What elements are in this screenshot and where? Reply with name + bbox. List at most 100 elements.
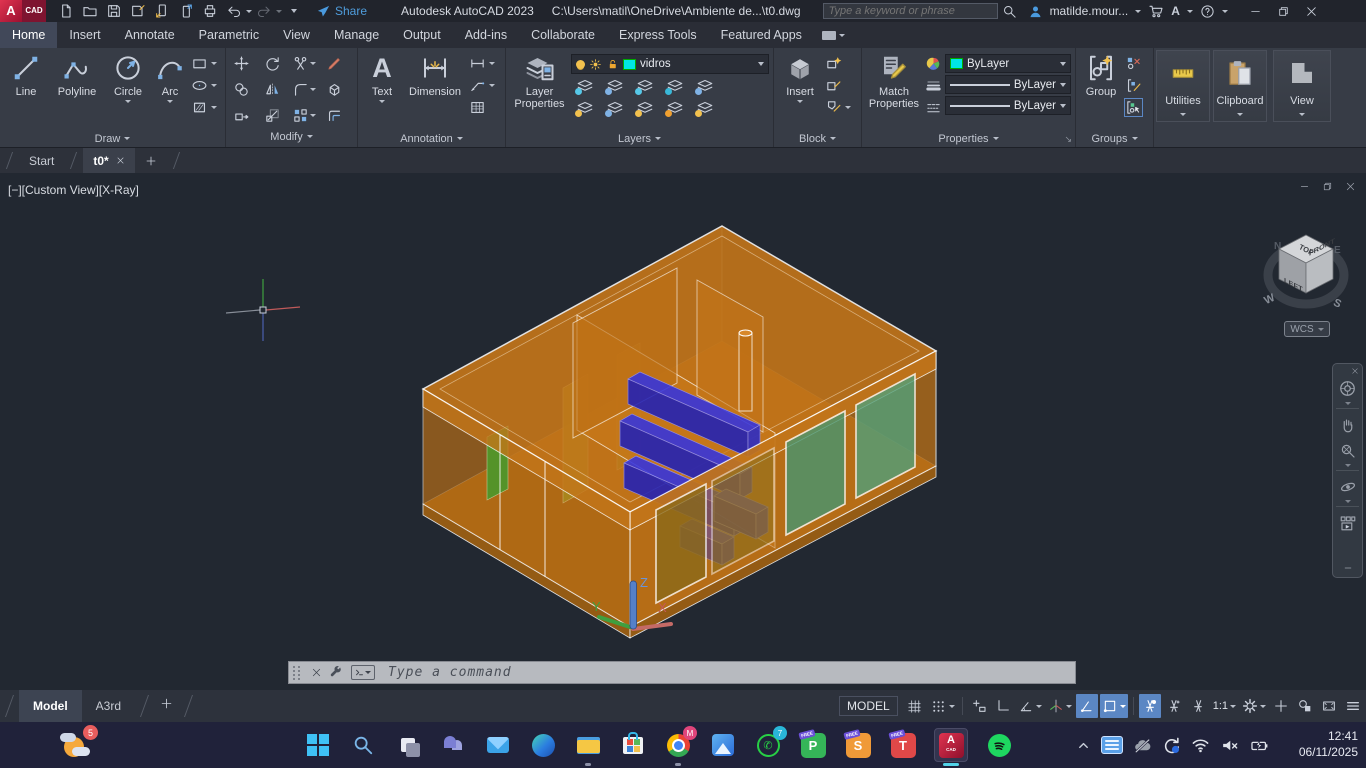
- create-block-icon[interactable]: [824, 54, 843, 73]
- photos-icon[interactable]: [709, 731, 737, 759]
- array-icon[interactable]: [292, 107, 316, 124]
- snap-mode-icon[interactable]: [928, 694, 957, 718]
- taskbar-clock[interactable]: 12:41 06/11/2025: [1299, 728, 1358, 760]
- autocad-taskbar-icon[interactable]: ACAD: [934, 728, 968, 762]
- polar-tracking-icon[interactable]: [1016, 694, 1044, 718]
- help-menu-caret[interactable]: [1222, 10, 1228, 13]
- ribbon-display-toggle[interactable]: [822, 22, 845, 48]
- view-panel-button[interactable]: View: [1273, 50, 1331, 122]
- autodesk-menu-caret[interactable]: [1187, 10, 1193, 13]
- layer-dropdown[interactable]: vidros: [571, 54, 769, 74]
- help-icon[interactable]: [1200, 4, 1215, 19]
- tab-output[interactable]: Output: [391, 22, 453, 48]
- layer-unisolate-icon[interactable]: [605, 98, 627, 118]
- mail-icon[interactable]: [484, 731, 512, 759]
- object-snap-tracking-icon[interactable]: [1076, 694, 1098, 718]
- mirror-icon[interactable]: [264, 81, 281, 98]
- linetype-dropdown[interactable]: ByLayer: [945, 96, 1071, 115]
- tab-collaborate[interactable]: Collaborate: [519, 22, 607, 48]
- object-color-dropdown[interactable]: ByLayer: [945, 54, 1071, 73]
- properties-expander-icon[interactable]: ↘: [1064, 134, 1072, 145]
- window-minimize-button[interactable]: [1242, 0, 1270, 22]
- annotation-visibility-icon[interactable]: [1139, 694, 1161, 718]
- save-as-button[interactable]: [126, 0, 150, 22]
- group-selection-toggle[interactable]: [1124, 98, 1143, 117]
- panel-label-layers[interactable]: Layers: [506, 130, 773, 147]
- save-button[interactable]: [102, 0, 126, 22]
- file-explorer-icon[interactable]: [574, 731, 602, 759]
- panel-label-draw[interactable]: Draw: [0, 130, 225, 147]
- edit-block-icon[interactable]: [824, 76, 843, 95]
- layer-thaw-all-icon[interactable]: [635, 98, 657, 118]
- onedrive-paused-icon[interactable]: [1133, 736, 1152, 755]
- leader-icon[interactable]: [468, 76, 487, 95]
- window-restore-button[interactable]: [1270, 0, 1298, 22]
- tab-view[interactable]: View: [271, 22, 322, 48]
- ellipse-icon[interactable]: [190, 76, 209, 95]
- layout-tab-model[interactable]: Model: [19, 690, 82, 722]
- user-avatar-icon[interactable]: [1028, 4, 1043, 19]
- user-menu-caret[interactable]: [1135, 10, 1141, 13]
- dynamic-input-icon[interactable]: [968, 694, 990, 718]
- search-input[interactable]: [823, 3, 998, 19]
- polyline-button[interactable]: Polyline: [50, 51, 104, 130]
- layer-freeze-icon[interactable]: [635, 76, 657, 96]
- pan-hand-icon[interactable]: [1339, 416, 1357, 434]
- panel-label-annotation[interactable]: Annotation: [358, 130, 505, 147]
- redo-button[interactable]: [252, 0, 276, 22]
- start-button[interactable]: [304, 731, 332, 759]
- linetype-icon[interactable]: [924, 98, 943, 117]
- offset-icon[interactable]: [326, 107, 343, 124]
- circle-button[interactable]: Circle: [106, 51, 150, 130]
- navbar-collapse-icon[interactable]: [1343, 563, 1353, 573]
- rotate-icon[interactable]: [264, 55, 281, 72]
- tab-insert[interactable]: Insert: [57, 22, 112, 48]
- layer-match-icon[interactable]: [695, 76, 717, 96]
- copy-icon[interactable]: [233, 81, 250, 98]
- wps-presentation-icon[interactable]: PFREE: [799, 731, 827, 759]
- ortho-mode-icon[interactable]: [992, 694, 1014, 718]
- tab-home[interactable]: Home: [0, 22, 57, 48]
- command-close-icon[interactable]: [311, 667, 322, 678]
- signed-in-user[interactable]: matilde.mour...: [1050, 4, 1129, 18]
- workspace-gear-icon[interactable]: [1240, 694, 1268, 718]
- annotation-monitor-icon[interactable]: [1270, 694, 1292, 718]
- app-store-cart-icon[interactable]: [1148, 3, 1164, 19]
- new-file-button[interactable]: [54, 0, 78, 22]
- new-layout-button[interactable]: [154, 690, 179, 722]
- layer-unlock-all-icon[interactable]: [665, 98, 687, 118]
- group-edit-icon[interactable]: [1124, 76, 1143, 95]
- panel-label-groups[interactable]: Groups: [1076, 130, 1153, 147]
- grid-display-icon[interactable]: [904, 694, 926, 718]
- panel-label-properties[interactable]: Properties: [862, 130, 1075, 147]
- command-input[interactable]: Type a command: [388, 665, 512, 680]
- show-motion-icon[interactable]: [1339, 514, 1357, 532]
- edge-icon[interactable]: [529, 731, 557, 759]
- taskbar-search-icon[interactable]: [349, 731, 377, 759]
- zoom-extents-icon[interactable]: [1339, 442, 1357, 460]
- match-properties-button[interactable]: Match Properties: [866, 51, 922, 130]
- command-line-grip[interactable]: [289, 666, 305, 680]
- table-icon[interactable]: [468, 98, 487, 117]
- open-from-web-button[interactable]: [150, 0, 174, 22]
- weather-widget[interactable]: 5: [62, 729, 96, 761]
- layer-properties-button[interactable]: Layer Properties: [510, 51, 569, 130]
- model-space-toggle[interactable]: MODEL: [839, 696, 898, 716]
- viewport-controls-label[interactable]: [−][Custom View][X-Ray]: [8, 183, 139, 197]
- command-prompt-icon[interactable]: [351, 665, 375, 680]
- hatch-icon[interactable]: [190, 98, 209, 117]
- panel-label-modify[interactable]: Modify: [226, 128, 357, 145]
- open-file-button[interactable]: [78, 0, 102, 22]
- text-button[interactable]: A Text: [362, 51, 402, 130]
- file-tab-start[interactable]: Start: [19, 148, 64, 173]
- move-icon[interactable]: [233, 55, 250, 72]
- viewport-minimize-icon[interactable]: [1299, 181, 1310, 192]
- sync-tray-icon[interactable]: [1162, 736, 1181, 755]
- viewcube[interactable]: N E W S TOP LEFT FRONT: [1260, 225, 1352, 317]
- fillet-icon[interactable]: [292, 81, 316, 98]
- search-icon[interactable]: [998, 0, 1022, 22]
- dimension-button[interactable]: Dimension: [404, 51, 466, 130]
- rectangle-icon[interactable]: [190, 54, 209, 73]
- drawing-viewport[interactable]: Z Y X [−][Custom View][X-Ray] N E W S TO…: [0, 173, 1366, 690]
- layout-tab-a3rd[interactable]: A3rd: [82, 690, 135, 722]
